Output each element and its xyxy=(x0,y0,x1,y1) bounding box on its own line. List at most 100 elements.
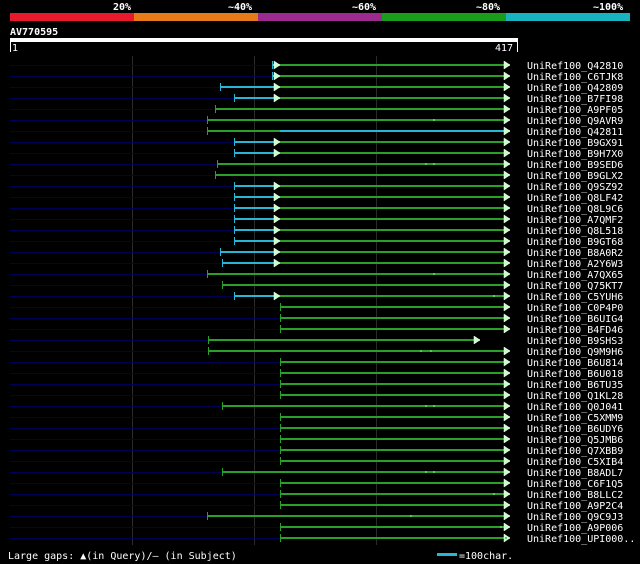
hit-gap-mark xyxy=(433,119,435,121)
hit-name-link[interactable]: UniRef100_B4FD46 xyxy=(527,325,623,336)
hit-name-link[interactable]: UniRef100_UPI000.. xyxy=(527,534,635,545)
hit-name-link[interactable]: UniRef100_B9SED6 xyxy=(527,160,623,171)
hit-end-arrow xyxy=(503,60,511,70)
hit-name-link[interactable]: UniRef100_B9GX91 xyxy=(527,138,623,149)
hit-green-segment xyxy=(280,75,510,77)
hit-mid-arrow xyxy=(273,214,281,224)
hit-gap-mark xyxy=(430,350,432,352)
hit-name-link[interactable]: UniRef100_Q9M9H6 xyxy=(527,347,623,358)
hit-gap-mark xyxy=(493,493,495,495)
hit-name-link[interactable]: UniRef100_B6U018 xyxy=(527,369,623,380)
hit-end-arrow xyxy=(503,478,511,488)
hit-name-link[interactable]: UniRef100_B6UDY6 xyxy=(527,424,623,435)
hit-row: UniRef100_A9P006 xyxy=(10,522,623,534)
hit-gap-mark xyxy=(420,350,422,352)
hit-cyan-segment xyxy=(234,207,280,209)
hit-cyan-segment xyxy=(220,251,280,253)
hit-gap-mark xyxy=(500,526,502,528)
hit-name-link[interactable]: UniRef100_Q5JMB6 xyxy=(527,435,623,446)
hit-row: UniRef100_B6U814 xyxy=(10,357,623,369)
hit-name-link[interactable]: UniRef100_Q8L518 xyxy=(527,226,623,237)
hit-name-link[interactable]: UniRef100_Q7XBB9 xyxy=(527,446,623,457)
hit-row: UniRef100_Q7XBB9 xyxy=(10,445,623,457)
hit-gap-mark xyxy=(505,537,507,539)
hit-end-arrow xyxy=(503,489,511,499)
hit-name-link[interactable]: UniRef100_C6TJK8 xyxy=(527,72,623,83)
hit-mid-arrow xyxy=(273,247,281,257)
hit-name-link[interactable]: UniRef100_B9GT68 xyxy=(527,237,623,248)
hit-green-segment xyxy=(207,273,510,275)
hit-cyan-segment xyxy=(234,185,280,187)
hit-gap-mark xyxy=(425,405,427,407)
hit-name-link[interactable]: UniRef100_Q1KL28 xyxy=(527,391,623,402)
hit-row: UniRef100_Q75KT7 xyxy=(10,280,623,292)
hit-end-arrow xyxy=(503,346,511,356)
hit-name-link[interactable]: UniRef100_Q75KT7 xyxy=(527,281,623,292)
hit-name-link[interactable]: UniRef100_A7QX65 xyxy=(527,270,623,281)
hit-end-arrow xyxy=(503,148,511,158)
hit-name-link[interactable]: UniRef100_B6TU35 xyxy=(527,380,623,391)
hit-name-link[interactable]: UniRef100_C6F1Q5 xyxy=(527,479,623,490)
hit-cyan-segment xyxy=(234,141,280,143)
hit-name-link[interactable]: UniRef100_Q42810 xyxy=(527,61,623,72)
hit-end-arrow xyxy=(503,379,511,389)
hit-name-link[interactable]: UniRef100_B6UIG4 xyxy=(527,314,623,325)
hit-green-segment xyxy=(222,405,510,407)
hit-list: UniRef100_Q42810UniRef100_C6TJK8UniRef10… xyxy=(10,60,635,545)
hit-name-link[interactable]: UniRef100_C5YUH6 xyxy=(527,292,623,303)
hit-name-link[interactable]: UniRef100_B9GLX2 xyxy=(527,171,623,182)
hit-end-arrow xyxy=(503,137,511,147)
hit-end-arrow xyxy=(503,511,511,521)
hit-row: UniRef100_B8LLC2 xyxy=(10,489,623,501)
identity-band-100 xyxy=(506,13,630,21)
hit-row: UniRef100_Q8L9C6 xyxy=(10,203,623,215)
hit-name-link[interactable]: UniRef100_B8A0R2 xyxy=(527,248,623,259)
hit-end-arrow xyxy=(503,456,511,466)
hit-name-link[interactable]: UniRef100_B7FI98 xyxy=(527,94,623,105)
hit-row: UniRef100_UPI000.. xyxy=(10,533,635,545)
hit-name-link[interactable]: UniRef100_Q9C9J3 xyxy=(527,512,623,523)
hit-name-link[interactable]: UniRef100_Q8LF42 xyxy=(527,193,623,204)
hit-row: UniRef100_Q5JMB6 xyxy=(10,434,623,446)
hit-green-segment xyxy=(280,482,510,484)
hit-end-arrow xyxy=(503,93,511,103)
hit-name-link[interactable]: UniRef100_Q8L9C6 xyxy=(527,204,623,215)
hit-name-link[interactable]: UniRef100_Q9AVR9 xyxy=(527,116,623,127)
hit-mid-arrow xyxy=(273,181,281,191)
hit-name-link[interactable]: UniRef100_B9H7X0 xyxy=(527,149,623,160)
hit-gap-mark xyxy=(493,295,495,297)
hit-green-segment xyxy=(208,339,480,341)
hit-name-link[interactable]: UniRef100_A2Y6W3 xyxy=(527,259,623,270)
hit-cyan-segment xyxy=(234,196,280,198)
hit-gap-mark xyxy=(433,273,435,275)
hit-name-link[interactable]: UniRef100_C5XIB4 xyxy=(527,457,623,468)
hit-name-link[interactable]: UniRef100_B6U814 xyxy=(527,358,623,369)
hit-end-arrow xyxy=(473,335,481,345)
hit-name-link[interactable]: UniRef100_Q42809 xyxy=(527,83,623,94)
hit-green-segment xyxy=(280,97,510,99)
hit-name-link[interactable]: UniRef100_Q42811 xyxy=(527,127,623,138)
hit-end-arrow xyxy=(503,258,511,268)
hit-name-link[interactable]: UniRef100_A9PF05 xyxy=(527,105,623,116)
query-bar xyxy=(10,38,518,42)
hit-name-link[interactable]: UniRef100_A9P2C4 xyxy=(527,501,623,512)
hit-row: UniRef100_B8A0R2 xyxy=(10,247,623,259)
hit-mid-arrow xyxy=(273,60,281,70)
hit-name-link[interactable]: UniRef100_A9P006 xyxy=(527,523,623,534)
hit-row: UniRef100_A7QMF2 xyxy=(10,214,623,226)
hit-name-link[interactable]: UniRef100_C0P4P0 xyxy=(527,303,623,314)
hit-name-link[interactable]: UniRef100_Q9SZ92 xyxy=(527,182,623,193)
hit-row: UniRef100_B7FI98 xyxy=(10,93,623,105)
hit-name-link[interactable]: UniRef100_B9SHS3 xyxy=(527,336,623,347)
hit-green-segment xyxy=(280,152,510,154)
hit-name-link[interactable]: UniRef100_C5XMM9 xyxy=(527,413,623,424)
hit-row: UniRef100_Q8LF42 xyxy=(10,192,623,204)
hit-row: UniRef100_B6UIG4 xyxy=(10,313,623,325)
hit-end-arrow xyxy=(503,412,511,422)
hit-name-link[interactable]: UniRef100_B8ADL7 xyxy=(527,468,623,479)
hit-name-link[interactable]: UniRef100_B8LLC2 xyxy=(527,490,623,501)
hit-name-link[interactable]: UniRef100_Q0J041 xyxy=(527,402,623,413)
hit-row: UniRef100_C6TJK8 xyxy=(10,71,623,83)
hit-end-arrow xyxy=(503,269,511,279)
hit-name-link[interactable]: UniRef100_A7QMF2 xyxy=(527,215,623,226)
